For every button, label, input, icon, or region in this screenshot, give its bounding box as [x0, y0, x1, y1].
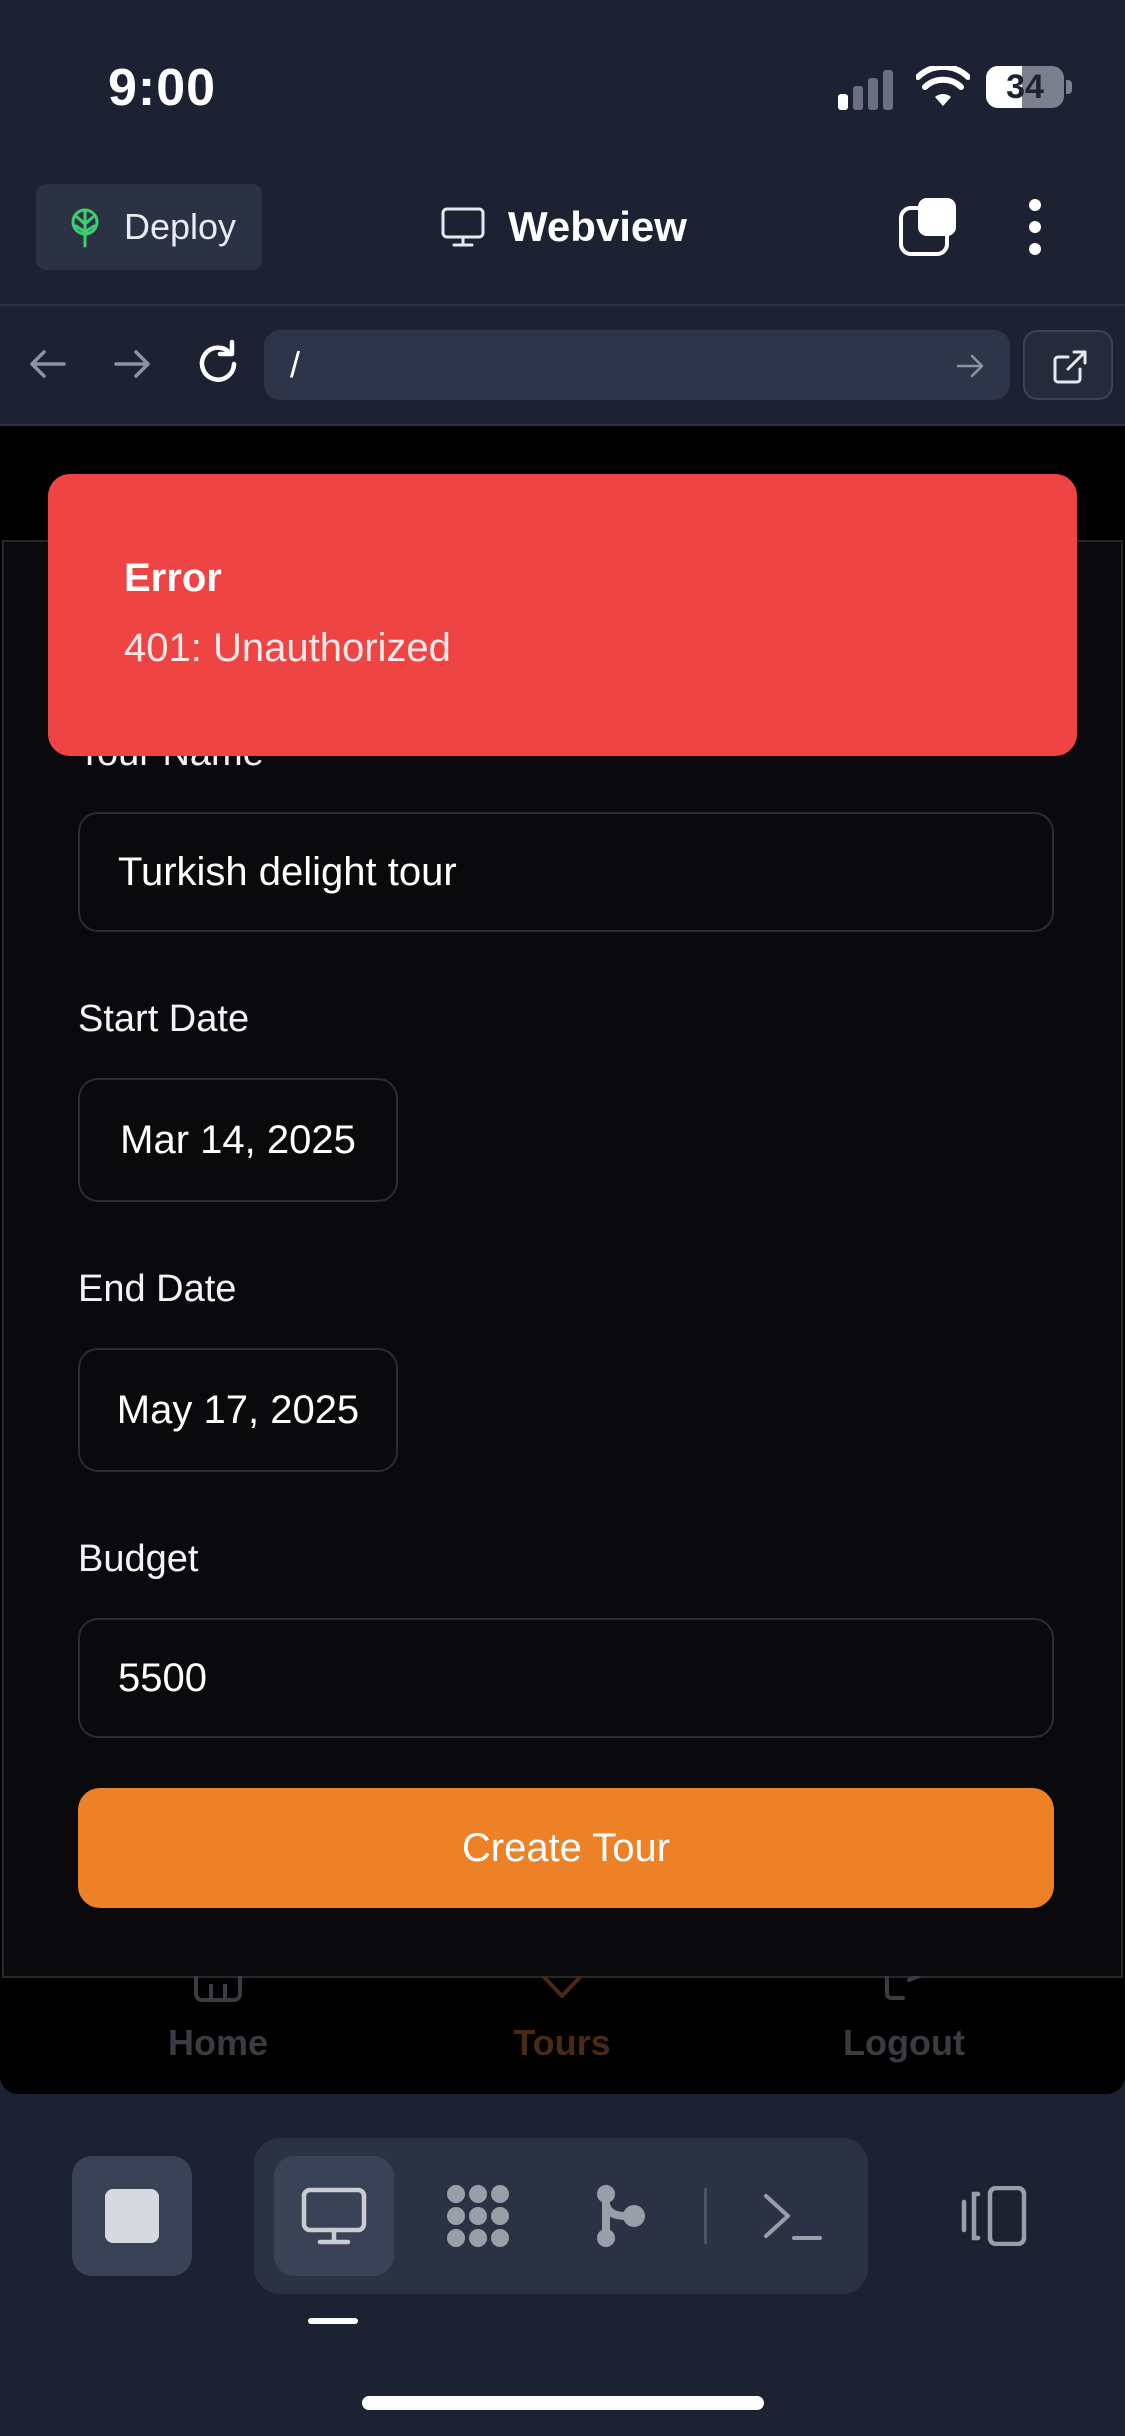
- go-arrow-icon[interactable]: [954, 350, 986, 382]
- url-input[interactable]: /: [264, 330, 1010, 400]
- active-tool-indicator: [308, 2318, 358, 2324]
- apps-grid-icon: [447, 2185, 509, 2247]
- budget-label: Budget: [78, 1538, 199, 1580]
- start-date-picker[interactable]: Mar 14, 2025: [78, 1078, 398, 1202]
- tool-webview[interactable]: [274, 2156, 394, 2276]
- battery-icon: 34: [986, 66, 1064, 108]
- nav-item-tours[interactable]: Tours: [432, 1976, 692, 2094]
- error-toast[interactable]: Error 401: Unauthorized: [48, 474, 1077, 756]
- tool-terminal[interactable]: [732, 2156, 852, 2276]
- forward-arrow-icon[interactable]: [108, 340, 156, 388]
- start-date-value: Mar 14, 2025: [120, 1118, 356, 1162]
- app-bottom-nav: Home Tours Logout: [0, 1976, 1125, 2094]
- status-time: 9:00: [108, 59, 217, 117]
- tool-apps[interactable]: [418, 2156, 538, 2276]
- external-link-icon: [1053, 350, 1087, 384]
- nav-label-tours: Tours: [513, 2022, 611, 2063]
- end-date-value: May 17, 2025: [116, 1388, 360, 1432]
- open-external-button[interactable]: [1023, 330, 1113, 400]
- tour-name-value: Turkish delight tour: [118, 850, 457, 894]
- end-date-picker[interactable]: May 17, 2025: [78, 1348, 398, 1472]
- tabs-icon[interactable]: [898, 196, 960, 258]
- logout-icon: [885, 1976, 921, 2000]
- end-date-label: End Date: [78, 1268, 237, 1310]
- battery-level: 34: [1006, 68, 1044, 106]
- url-text: /: [290, 344, 301, 385]
- tour-name-input[interactable]: Turkish delight tour: [78, 812, 1054, 932]
- app-screen: 9:00 34 Deploy Webview / Turkish delight…: [0, 0, 1125, 2436]
- git-branch-icon: [597, 2185, 645, 2247]
- deploy-button[interactable]: Deploy: [36, 184, 262, 270]
- panel-toggle-icon[interactable]: [956, 2186, 1028, 2246]
- toast-message: 401: Unauthorized: [124, 626, 451, 670]
- home-icon: [194, 1976, 242, 2002]
- stop-icon: [105, 2189, 159, 2243]
- more-vertical-icon[interactable]: [1020, 196, 1050, 258]
- signal-icon: [838, 70, 898, 110]
- reload-icon[interactable]: [190, 336, 246, 392]
- terminal-icon: [764, 2194, 822, 2240]
- back-arrow-icon[interactable]: [24, 340, 72, 388]
- budget-value: 5500: [118, 1656, 207, 1700]
- tool-switcher: [254, 2138, 868, 2294]
- toast-title: Error: [124, 556, 222, 600]
- deploy-tree-icon: [71, 208, 99, 248]
- deploy-label: Deploy: [124, 206, 237, 247]
- heart-icon: [541, 1976, 583, 1998]
- webview-icon: [301, 2187, 367, 2245]
- home-indicator: [362, 2396, 764, 2410]
- nav-item-home[interactable]: Home: [88, 1976, 348, 2094]
- start-date-label: Start Date: [78, 998, 250, 1040]
- header-divider: [0, 304, 1125, 306]
- page-title: Webview: [508, 203, 687, 250]
- budget-input[interactable]: 5500: [78, 1618, 1054, 1738]
- wifi-icon: [916, 66, 970, 106]
- nav-label-logout: Logout: [843, 2022, 965, 2063]
- create-tour-label: Create Tour: [461, 1826, 671, 1870]
- monitor-icon: [441, 207, 485, 247]
- stop-button[interactable]: [72, 2156, 192, 2276]
- create-tour-button[interactable]: Create Tour: [78, 1788, 1054, 1908]
- toolbar-separator: [704, 2188, 707, 2244]
- nav-item-logout[interactable]: Logout: [774, 1976, 1034, 2094]
- tool-git[interactable]: [560, 2156, 680, 2276]
- nav-label-home: Home: [167, 2022, 269, 2063]
